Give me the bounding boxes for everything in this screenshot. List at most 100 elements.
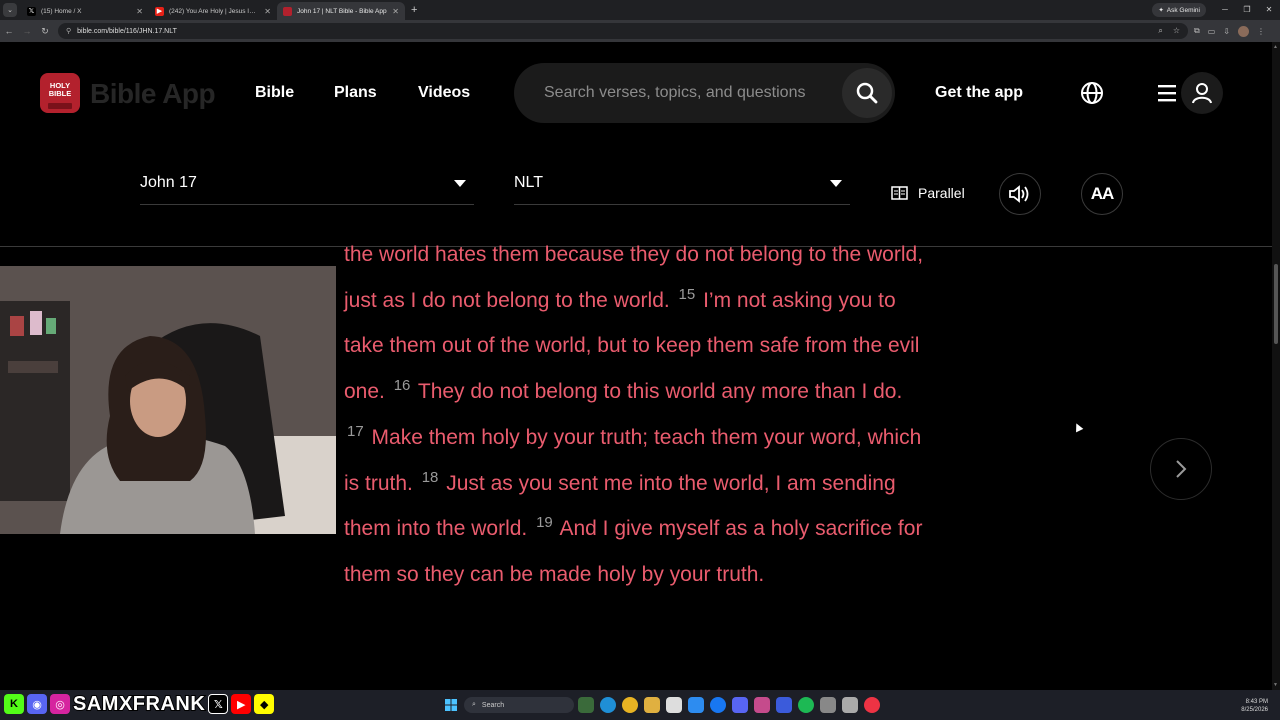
restore-icon[interactable]: ❐ [1236,0,1258,20]
kick-icon: K [4,694,24,714]
facebook-icon[interactable] [710,697,726,713]
clock-time: 8:43 PM [1245,699,1268,705]
close-window-icon[interactable]: ✕ [1258,0,1280,20]
nav-plans[interactable]: Plans [334,84,377,102]
app-icon[interactable] [842,697,858,713]
search-placeholder: Search verses, topics, and questions [544,84,806,101]
book-chapter-select[interactable]: John 17 [140,162,474,205]
tab-title: John 17 | NLT Bible - Bible App [297,7,387,15]
discord-icon[interactable] [732,697,748,713]
bookmark-star-icon[interactable]: ☆ [1173,26,1180,36]
chevron-down-icon [830,180,842,187]
ask-gemini-label: Ask Gemini [1166,6,1200,14]
verse-number[interactable]: 19 [536,514,553,531]
parallel-label: Parallel [918,185,965,201]
spotify-icon[interactable] [798,697,814,713]
search-icon: ⌕ [472,701,476,708]
youtube-icon: ▶ [155,6,164,16]
tab-search-button[interactable]: ⌄ [3,3,17,17]
audio-button[interactable] [999,173,1041,215]
tab-youtube[interactable]: ▶ (242) You Are Holy | Jesus Image ✕ [149,2,277,20]
chrome-profile-icon[interactable] [864,697,880,713]
back-icon[interactable]: ← [0,26,18,36]
forward-icon[interactable]: → [18,26,36,36]
x-icon: 𝕏 [27,6,36,16]
brand-wordmark[interactable]: Bible App [90,78,216,110]
close-tab-icon[interactable]: ✕ [392,7,399,16]
close-tab-icon[interactable]: ✕ [264,7,271,16]
tab-bible-app[interactable]: John 17 | NLT Bible - Bible App ✕ [277,2,405,20]
url-text: bible.com/bible/116/JHN.17.NLT [77,27,177,35]
new-tab-button[interactable]: + [411,4,417,16]
chrome-icon[interactable] [622,697,638,713]
verse-number[interactable]: 15 [679,286,696,303]
verse-number[interactable]: 17 [347,423,364,440]
zoom-icon[interactable]: ⌕ [1158,26,1162,36]
clock-date: 8/25/2026 [1241,707,1268,713]
x-icon: 𝕏 [208,694,229,714]
tab-title: (15) Home / X [41,7,82,15]
bible-app-icon [283,6,292,16]
font-settings-button[interactable]: AA [1081,173,1123,215]
sidebar-icon[interactable]: ▭ [1208,27,1216,36]
store-icon[interactable] [688,697,704,713]
verse-text: They do not belong to this world any mor… [412,380,903,404]
edge-icon[interactable] [600,697,616,713]
close-tab-icon[interactable]: ✕ [136,7,143,16]
scroll-up-icon[interactable]: ▲ [1273,44,1278,50]
taskbar-apps [578,697,880,713]
browser-menu-icon[interactable]: ⋮ [1257,27,1265,36]
search-button[interactable] [842,68,892,118]
mouse-cursor [1072,421,1084,433]
speaker-icon [1009,185,1029,203]
streamer-name: SAMXFRANK [72,692,206,716]
parallel-button[interactable]: Parallel [891,185,965,201]
youtube-icon: ▶ [231,694,252,714]
globe-icon[interactable] [1080,81,1104,105]
site-info-icon[interactable]: ⚲ [66,27,71,35]
verse-number[interactable]: 18 [422,469,439,486]
next-chapter-button[interactable] [1150,438,1212,500]
extensions-area: ⧉ ▭ ⇩ ⋮ [1194,25,1265,37]
taskbar-search-label: Search [481,701,505,709]
ask-gemini-button[interactable]: ✦ Ask Gemini [1152,3,1206,17]
chevron-down-icon [454,180,466,187]
app-icon[interactable] [776,697,792,713]
logo-ribbon [48,103,72,109]
version-select[interactable]: NLT [514,162,850,205]
extensions-icon[interactable]: ⧉ [1194,26,1200,36]
scrollbar-thumb[interactable] [1274,264,1278,344]
menu-icon[interactable] [1157,83,1177,103]
widgets-icon[interactable] [578,697,594,713]
downloads-icon[interactable]: ⇩ [1223,27,1230,36]
bible-app-logo[interactable]: HOLY BIBLE [40,73,80,113]
scroll-down-icon[interactable]: ▼ [1273,682,1278,688]
get-the-app-link[interactable]: Get the app [935,84,1023,102]
windows-start-icon[interactable] [445,699,457,711]
social-overlay: K ◉ ◎ SAMXFRANK 𝕏 ▶ ◆ [4,692,275,716]
webcam-image [0,266,336,534]
notepad-icon[interactable] [666,697,682,713]
profile-avatar[interactable] [1237,25,1249,37]
logo-text: HOLY BIBLE [48,81,72,98]
reload-icon[interactable]: ↻ [36,26,54,37]
user-account-button[interactable] [1181,72,1223,114]
address-bar-row: ← → ↻ ⚲ bible.com/bible/116/JHN.17.NLT ⌕… [0,20,1280,42]
app-icon[interactable] [754,697,770,713]
verse-number[interactable]: 16 [394,377,411,394]
tab-title: (242) You Are Holy | Jesus Image [169,7,260,15]
instagram-icon: ◎ [50,694,70,714]
nav-videos[interactable]: Videos [418,84,470,102]
system-clock[interactable]: 8:43 PM 8/25/2026 [1241,698,1268,714]
settings-icon[interactable] [820,697,836,713]
search-input[interactable]: Search verses, topics, and questions [514,63,895,123]
nav-bible[interactable]: Bible [255,84,294,102]
chapter-text: the world hates them because they do not… [344,232,924,598]
tab-x[interactable]: 𝕏 (15) Home / X ✕ [21,2,149,20]
minimize-icon[interactable]: ─ [1214,0,1236,20]
taskbar-search[interactable]: ⌕ Search [464,697,574,713]
webcam-overlay [0,266,336,534]
page-scrollbar[interactable]: ▲ ▼ [1272,42,1280,690]
file-explorer-icon[interactable] [644,697,660,713]
url-field[interactable]: ⚲ bible.com/bible/116/JHN.17.NLT ⌕ ☆ [58,23,1188,39]
